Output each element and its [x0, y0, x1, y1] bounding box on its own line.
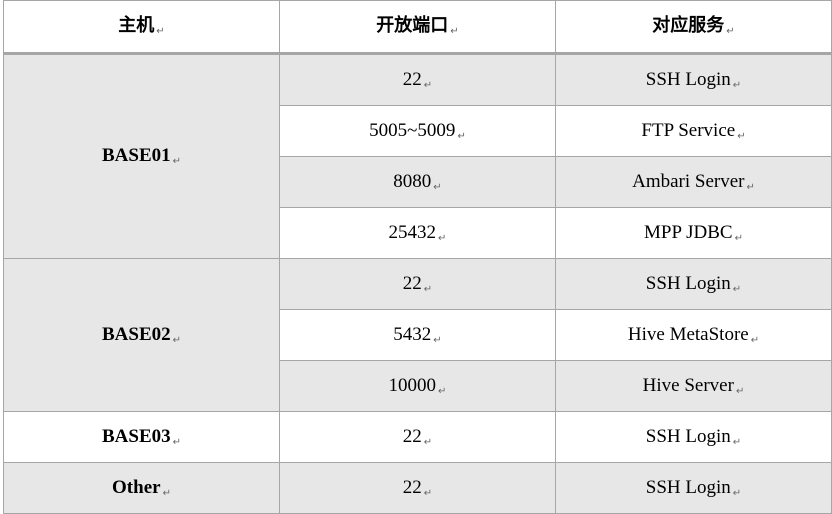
paragraph-mark-icon: ↵ — [732, 79, 742, 91]
paragraph-mark-icon: ↵ — [735, 385, 745, 397]
service-cell: Ambari Server ↵ — [555, 156, 832, 208]
service-cell: Hive MetaStore ↵ — [555, 309, 832, 361]
header-host: 主机 ↵ — [3, 0, 280, 55]
host-cell-base01: BASE01 ↵ — [3, 53, 280, 259]
paragraph-mark-icon: ↵ — [423, 487, 433, 499]
header-open-port: 开放端口 ↵ — [279, 0, 556, 55]
table-row: BASE02 ↵ 22 ↵ SSH Login ↵ — [3, 258, 832, 412]
paragraph-mark-icon: ↵ — [734, 232, 743, 244]
service-cell: SSH Login ↵ — [555, 462, 832, 514]
port-cell: 22 ↵ — [279, 462, 556, 514]
paragraph-mark-icon: ↵ — [423, 79, 433, 91]
paragraph-mark-icon: ↵ — [732, 283, 742, 295]
host-cell-base03: BASE03 ↵ — [3, 411, 280, 463]
table-header-row: 主机 ↵ 开放端口 ↵ 对应服务 ↵ — [3, 0, 832, 55]
table-row: BASE03 ↵ 22 ↵ SSH Login ↵ — [3, 411, 832, 463]
table-row: BASE01 ↵ 22 ↵ SSH Login ↵ — [3, 53, 832, 259]
paragraph-mark-icon: ↵ — [433, 181, 442, 193]
paragraph-mark-icon: ↵ — [438, 385, 447, 397]
port-cell: 8080 ↵ — [279, 156, 556, 208]
port-cell: 5005~5009 ↵ — [279, 105, 556, 157]
paragraph-mark-icon: ↵ — [457, 130, 466, 142]
paragraph-mark-icon: ↵ — [172, 156, 182, 167]
paragraph-mark-icon: ↵ — [750, 334, 760, 346]
service-cell: SSH Login ↵ — [555, 258, 832, 310]
port-cell: 25432 ↵ — [279, 207, 556, 259]
paragraph-mark-icon: ↵ — [172, 436, 182, 448]
table-row: Other ↵ 22 ↵ SSH Login ↵ — [3, 462, 832, 514]
paragraph-mark-icon: ↵ — [737, 130, 746, 142]
document-page: 主机 ↵ 开放端口 ↵ 对应服务 ↵ BASE01 ↵ 22 ↵ SSH Login ↵ 5… — [3, 0, 832, 514]
paragraph-mark-icon: ↵ — [450, 25, 459, 37]
service-cell: MPP JDBC ↵ — [555, 207, 832, 259]
service-cell: SSH Login ↵ — [555, 53, 832, 106]
paragraph-mark-icon: ↵ — [433, 334, 442, 346]
paragraph-mark-icon: ↵ — [732, 487, 742, 499]
service-cell: FTP Service ↵ — [555, 105, 832, 157]
paragraph-mark-icon: ↵ — [423, 436, 433, 448]
paragraph-mark-icon: ↵ — [438, 232, 447, 244]
paragraph-mark-icon: ↵ — [172, 334, 182, 346]
paragraph-mark-icon: ↵ — [746, 181, 755, 193]
host-cell-other: Other ↵ — [3, 462, 280, 514]
paragraph-mark-icon: ↵ — [732, 436, 742, 448]
port-cell: 22 ↵ — [279, 411, 556, 463]
port-cell: 5432 ↵ — [279, 309, 556, 361]
service-cell: Hive Server ↵ — [555, 360, 832, 412]
port-cell: 22 ↵ — [279, 53, 556, 106]
service-cell: SSH Login ↵ — [555, 411, 832, 463]
port-cell: 22 ↵ — [279, 258, 556, 310]
paragraph-mark-icon: ↵ — [423, 283, 433, 295]
paragraph-mark-icon: ↵ — [726, 25, 735, 37]
header-service: 对应服务 ↵ — [555, 0, 832, 55]
port-service-table: 主机 ↵ 开放端口 ↵ 对应服务 ↵ BASE01 ↵ 22 ↵ SSH Login ↵ 5… — [3, 0, 832, 514]
host-cell-base02: BASE02 ↵ — [3, 258, 280, 412]
paragraph-mark-icon: ↵ — [162, 487, 171, 499]
paragraph-mark-icon: ↵ — [156, 25, 165, 37]
port-cell: 10000 ↵ — [279, 360, 556, 412]
